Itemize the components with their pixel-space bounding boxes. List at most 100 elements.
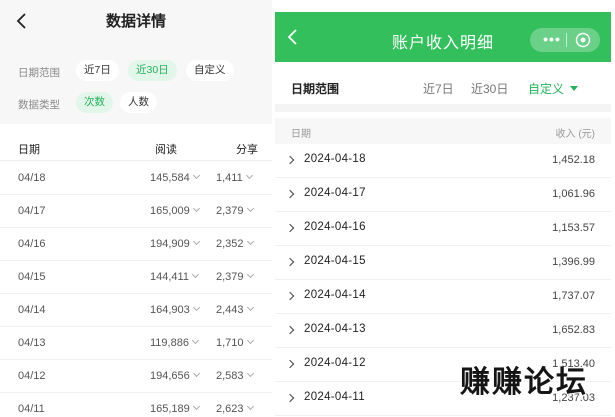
row-read[interactable]: 194,656 xyxy=(150,369,200,382)
row-share[interactable]: 2,443 xyxy=(216,303,254,316)
row-date: 2024-04-17 xyxy=(304,187,366,199)
chevron-right-icon xyxy=(285,257,295,267)
range-chip-30d[interactable]: 近30日 xyxy=(128,60,177,81)
row-amount: 1,452.18 xyxy=(552,154,595,166)
row-share-value: 2,352 xyxy=(216,238,244,250)
row-amount: 1,652.83 xyxy=(552,324,595,336)
type-chip-users[interactable]: 人数 xyxy=(120,92,157,113)
row-read-value: 119,886 xyxy=(150,337,189,349)
income-row[interactable]: 2024-04-15 1,396.99 xyxy=(275,246,611,280)
row-date: 04/15 xyxy=(18,271,46,283)
chevron-down-icon xyxy=(246,402,254,411)
range-option-7d[interactable]: 近7日 xyxy=(423,80,454,97)
table-row: 04/12 194,656 2,583 xyxy=(0,360,272,393)
row-read[interactable]: 165,009 xyxy=(150,204,200,217)
income-row[interactable]: 2024-04-13 1,652.83 xyxy=(275,314,611,348)
row-read[interactable]: 145,584 xyxy=(150,171,200,184)
range-chip-custom[interactable]: 自定义 xyxy=(186,60,234,81)
chevron-right-icon xyxy=(285,291,295,301)
row-date: 04/14 xyxy=(18,304,46,316)
row-share[interactable]: 2,379 xyxy=(216,270,254,283)
row-date: 2024-04-18 xyxy=(304,153,366,165)
table-header: 日期 阅读 分享 xyxy=(0,135,272,161)
col-date: 日期 xyxy=(18,144,40,156)
row-read[interactable]: 164,903 xyxy=(150,303,200,316)
row-amount: 1,061.96 xyxy=(552,188,595,200)
page-title: 数据详情 xyxy=(105,13,166,30)
data-detail-panel: 数据详情 日期范围 近7日 近30日 自定义 数据类型 次数 人数 日期 阅读 … xyxy=(0,0,272,417)
row-date: 2024-04-12 xyxy=(304,357,366,369)
row-share[interactable]: 2,379 xyxy=(216,204,254,217)
row-share[interactable]: 2,583 xyxy=(216,369,254,382)
chevron-down-icon xyxy=(246,237,254,246)
row-share[interactable]: 1,411 xyxy=(216,171,253,184)
row-date: 04/13 xyxy=(18,337,46,349)
chevron-right-icon xyxy=(285,189,295,199)
chevron-right-icon xyxy=(285,155,295,165)
row-date: 04/16 xyxy=(18,238,46,250)
table-row: 04/16 194,909 2,352 xyxy=(0,228,272,261)
row-read-value: 145,584 xyxy=(150,172,190,184)
chevron-right-icon xyxy=(285,223,295,233)
chevron-down-icon xyxy=(246,270,254,279)
chevron-down-icon xyxy=(192,171,200,180)
chevron-down-icon xyxy=(246,204,254,213)
table-row: 04/13 119,886 1,710 xyxy=(0,327,272,360)
row-read-value: 165,009 xyxy=(150,205,190,217)
row-share-value: 2,379 xyxy=(216,271,244,283)
chevron-down-icon xyxy=(191,270,199,279)
range-option-custom-label: 自定义 xyxy=(528,82,565,96)
row-read-value: 194,656 xyxy=(150,370,190,382)
table-row: 04/18 145,584 1,411 xyxy=(0,162,272,195)
row-amount: 1,153.57 xyxy=(552,222,595,234)
chevron-down-icon xyxy=(192,237,200,246)
col-read: 阅读 xyxy=(155,144,177,156)
row-date: 2024-04-15 xyxy=(304,255,366,267)
chevron-down-icon xyxy=(245,171,253,180)
income-row[interactable]: 2024-04-16 1,153.57 xyxy=(275,212,611,246)
row-date: 2024-04-11 xyxy=(304,391,365,403)
income-table-header: 日期 收入 (元) xyxy=(275,118,611,144)
range-option-30d[interactable]: 近30日 xyxy=(471,80,508,97)
row-date: 2024-04-13 xyxy=(304,323,366,335)
type-chip-count[interactable]: 次数 xyxy=(76,92,113,113)
chevron-down-icon xyxy=(192,204,200,213)
row-read-value: 144,411 xyxy=(150,271,189,283)
target-circle-icon[interactable] xyxy=(575,32,591,48)
table-row: 04/15 144,411 2,379 xyxy=(0,261,272,294)
row-date: 04/17 xyxy=(18,205,46,217)
income-row[interactable]: 2024-04-14 1,737.07 xyxy=(275,280,611,314)
range-option-custom[interactable]: 自定义 xyxy=(528,80,579,97)
date-range-label: 日期范围 xyxy=(18,67,60,79)
row-read[interactable]: 144,411 xyxy=(150,270,199,283)
row-share[interactable]: 2,352 xyxy=(216,237,254,250)
row-read-value: 165,189 xyxy=(150,403,190,415)
chevron-down-icon xyxy=(246,369,254,378)
date-range-bar: 日期范围 近7日 近30日 自定义 xyxy=(275,62,611,112)
range-chip-7d[interactable]: 近7日 xyxy=(76,60,119,81)
row-date: 04/18 xyxy=(18,172,46,184)
col-date: 日期 xyxy=(291,129,311,140)
row-read-value: 194,909 xyxy=(150,238,190,250)
income-row[interactable]: 2024-04-17 1,061.96 xyxy=(275,178,611,212)
row-share[interactable]: 2,623 xyxy=(216,402,254,415)
row-read[interactable]: 194,909 xyxy=(150,237,200,250)
row-amount: 1,737.07 xyxy=(552,290,595,302)
income-row[interactable]: 2024-04-18 1,452.18 xyxy=(275,144,611,178)
row-amount: 1,396.99 xyxy=(552,256,595,268)
data-type-label: 数据类型 xyxy=(18,99,60,111)
chevron-down-icon xyxy=(192,402,200,411)
row-share[interactable]: 1,710 xyxy=(216,336,254,349)
row-read[interactable]: 165,189 xyxy=(150,402,200,415)
row-share-value: 1,710 xyxy=(216,337,244,349)
row-share-value: 1,411 xyxy=(216,172,243,184)
row-date: 04/12 xyxy=(18,370,46,382)
more-dots-icon[interactable]: ••• xyxy=(538,28,566,52)
date-range-label: 日期范围 xyxy=(291,82,340,96)
chevron-right-icon xyxy=(285,359,295,369)
filter-panel: 日期范围 近7日 近30日 自定义 数据类型 次数 人数 xyxy=(0,44,272,124)
col-share: 分享 xyxy=(236,144,258,156)
chevron-down-icon xyxy=(246,336,254,345)
row-read[interactable]: 119,886 xyxy=(150,336,199,349)
table-row: 04/14 164,903 2,443 xyxy=(0,294,272,327)
